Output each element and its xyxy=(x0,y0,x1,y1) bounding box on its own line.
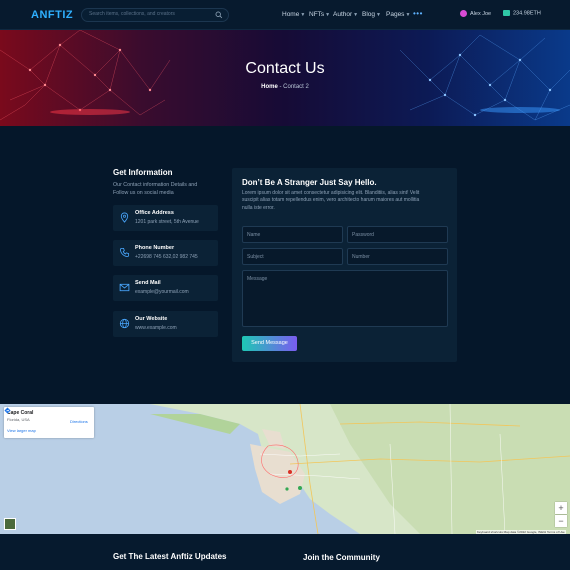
wallet-amount: 234.98ETH xyxy=(513,10,541,17)
newsletter-title: Get The Latest Anftiz Updates xyxy=(113,552,227,561)
search-bar[interactable]: Search items, collections, and creators xyxy=(81,8,229,22)
breadcrumb-current: Contact 2 xyxy=(283,84,309,90)
card-title: Our Website xyxy=(135,316,168,322)
chevron-down-icon: ▼ xyxy=(300,12,306,18)
footer: Get The Latest Anftiz Updates Join the C… xyxy=(0,534,570,570)
nav-label: Author xyxy=(333,11,353,18)
name-field[interactable]: Name xyxy=(242,226,343,243)
chevron-down-icon: ▼ xyxy=(376,12,381,18)
mail-icon xyxy=(119,283,130,292)
search-icon[interactable] xyxy=(215,11,223,19)
nav-item-home[interactable]: Home▼ xyxy=(282,11,305,18)
chevron-down-icon: ▼ xyxy=(325,12,331,18)
send-message-button[interactable]: Send Message xyxy=(242,336,297,351)
nav-label: NFTs xyxy=(309,11,325,18)
avatar-icon xyxy=(460,10,467,17)
search-input[interactable]: Search items, collections, and creators xyxy=(89,11,175,17)
network-lines-decoration xyxy=(0,30,570,121)
info-description: Our Contact information Details and Foll… xyxy=(113,182,198,196)
nav-label: Blog xyxy=(362,11,376,18)
view-larger-map-link[interactable]: View larger map xyxy=(7,428,36,433)
subject-placeholder: Subject xyxy=(247,254,264,260)
wallet-icon xyxy=(503,10,510,16)
chevron-down-icon: ▼ xyxy=(405,12,411,18)
card-text: 1201 park street, 5th Avenue xyxy=(135,219,199,225)
password-field[interactable]: Password xyxy=(347,226,448,243)
form-description: Lorem ipsum dolor sit amet consectetur a… xyxy=(242,190,420,211)
globe-icon xyxy=(119,318,130,329)
contact-form: Don’t Be A Stranger Just Say Hello. Lore… xyxy=(232,168,457,362)
location-pin-icon xyxy=(120,212,129,223)
page-title: Contact Us xyxy=(245,60,325,77)
office-address-card: Office Address 1201 park street, 5th Ave… xyxy=(113,205,218,231)
chevron-down-icon: ▼ xyxy=(353,12,359,18)
name-placeholder: Name xyxy=(247,232,261,238)
map-info-card: Cape Coral Florida, USA View larger map … xyxy=(4,407,94,438)
phone-number-card: Phone Number +22698 745 632,02 982 745 xyxy=(113,240,218,266)
user-name: Alex Joe xyxy=(470,10,492,17)
zoom-in-button[interactable]: + xyxy=(555,502,567,514)
info-title: Get Information xyxy=(113,168,173,177)
card-text[interactable]: example@yourmail.com xyxy=(135,289,189,295)
community-title: Join the Community xyxy=(303,553,380,562)
page-banner: Contact Us Home - Contact 2 xyxy=(0,30,570,126)
logo[interactable]: ANFTIZ xyxy=(31,9,73,21)
more-menu-icon[interactable]: ••• xyxy=(413,9,423,18)
nav-label: Pages xyxy=(386,11,405,18)
nav-label: Home xyxy=(282,11,300,18)
location-map[interactable]: Cape Coral Florida, USA View larger map … xyxy=(0,404,570,534)
website-card: Our Website www.example.com xyxy=(113,311,218,337)
phone-icon xyxy=(119,247,130,258)
nav-item-author[interactable]: Author▼ xyxy=(333,11,358,18)
breadcrumb-home-link[interactable]: Home xyxy=(261,84,278,90)
form-title: Don’t Be A Stranger Just Say Hello. xyxy=(242,178,377,187)
card-title: Office Address xyxy=(135,210,174,216)
satellite-toggle[interactable] xyxy=(4,518,16,530)
card-title: Send Mail xyxy=(135,280,161,286)
number-placeholder: Number xyxy=(352,254,370,260)
directions-icon[interactable] xyxy=(4,407,11,414)
top-navbar: ANFTIZ Search items, collections, and cr… xyxy=(0,0,570,30)
card-text[interactable]: +22698 745 632,02 982 745 xyxy=(135,254,198,260)
password-placeholder: Password xyxy=(352,232,374,238)
zoom-out-button[interactable]: − xyxy=(555,515,567,527)
card-text[interactable]: www.example.com xyxy=(135,325,177,331)
send-mail-card: Send Mail example@yourmail.com xyxy=(113,275,218,301)
user-profile[interactable]: Alex Joe xyxy=(460,10,491,17)
subject-field[interactable]: Subject xyxy=(242,248,343,265)
number-field[interactable]: Number xyxy=(347,248,448,265)
nav-item-blog[interactable]: Blog▼ xyxy=(362,11,381,18)
nav-item-nfts[interactable]: NFTs▼ xyxy=(309,11,330,18)
directions-link[interactable]: Directions xyxy=(70,419,88,424)
message-field[interactable]: Message xyxy=(242,270,448,327)
wallet-balance[interactable]: 234.98ETH xyxy=(503,10,541,16)
card-title: Phone Number xyxy=(135,245,175,251)
map-region: Florida, USA xyxy=(7,417,30,422)
message-placeholder: Message xyxy=(247,276,268,282)
breadcrumb: Home - Contact 2 xyxy=(0,84,570,90)
nav-item-pages[interactable]: Pages▼ xyxy=(386,11,410,18)
